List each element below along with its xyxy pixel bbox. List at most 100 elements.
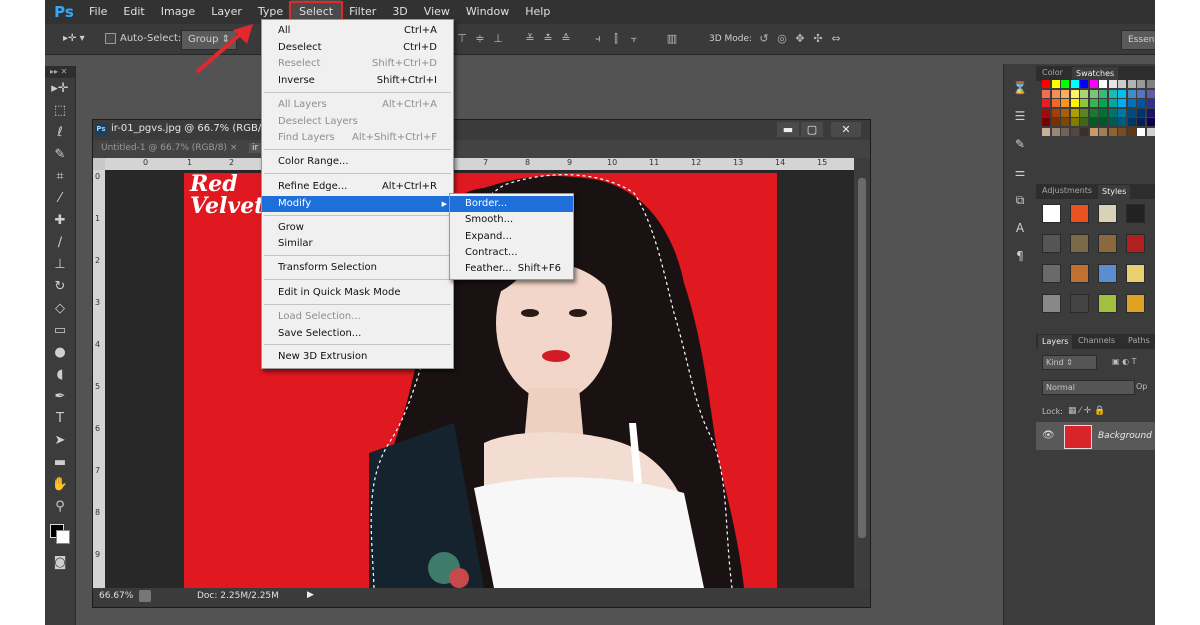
menu-window[interactable]: Window bbox=[458, 0, 517, 24]
color-swatch[interactable] bbox=[1137, 89, 1145, 98]
color-swatch[interactable] bbox=[1089, 108, 1098, 117]
layer-row-background[interactable]: 👁 Background bbox=[1036, 422, 1155, 450]
color-swatch[interactable] bbox=[1051, 108, 1060, 117]
color-swatch[interactable] bbox=[1146, 80, 1155, 88]
layer-filter-icons[interactable]: ▣ ◐ T bbox=[1112, 357, 1137, 366]
color-swatch[interactable] bbox=[1099, 89, 1107, 98]
color-swatch[interactable] bbox=[1108, 99, 1117, 107]
style-preset[interactable] bbox=[1098, 204, 1117, 223]
color-swatch[interactable] bbox=[1070, 127, 1079, 136]
style-preset[interactable] bbox=[1126, 234, 1145, 253]
distribute-hcenter-icon[interactable]: ⫿ bbox=[609, 32, 623, 45]
color-swatch[interactable] bbox=[1127, 99, 1136, 107]
tab-swatches[interactable]: Swatches bbox=[1072, 67, 1119, 81]
color-swatch[interactable] bbox=[1137, 127, 1145, 136]
color-swatches[interactable] bbox=[45, 518, 75, 552]
eraser-tool-icon[interactable]: ◇ bbox=[45, 298, 75, 320]
tab-layers[interactable]: Layers bbox=[1038, 335, 1073, 349]
tab-paths[interactable]: Paths bbox=[1128, 336, 1150, 345]
move-tool-icon[interactable]: ▸✛ bbox=[45, 78, 75, 100]
move-tool-preset-icon[interactable]: ▸✛ ▾ bbox=[63, 30, 85, 48]
color-swatch[interactable] bbox=[1080, 108, 1088, 117]
color-swatch[interactable] bbox=[1137, 99, 1145, 107]
tab-color[interactable]: Color bbox=[1042, 68, 1063, 77]
color-swatch[interactable] bbox=[1108, 108, 1117, 117]
color-swatch[interactable] bbox=[1051, 89, 1060, 98]
menu-item-quick-mask[interactable]: Edit in Quick Mask Mode bbox=[262, 285, 453, 301]
style-preset[interactable] bbox=[1126, 204, 1145, 223]
tab-ir[interactable]: ir bbox=[249, 143, 262, 153]
style-preset[interactable] bbox=[1070, 294, 1089, 313]
submenu-item-smooth[interactable]: Smooth... bbox=[450, 212, 573, 228]
color-swatch[interactable] bbox=[1099, 80, 1107, 88]
distribute-left-icon[interactable]: ⫞ bbox=[591, 32, 605, 45]
hand-tool-icon[interactable]: ✋ bbox=[45, 474, 75, 496]
color-swatch[interactable] bbox=[1127, 80, 1136, 88]
menu-item-new-3d-extrusion[interactable]: New 3D Extrusion bbox=[262, 349, 453, 365]
3d-scale-icon[interactable]: ⇔ bbox=[829, 32, 843, 45]
eyedropper-tool-icon[interactable]: ⁄ bbox=[45, 188, 75, 210]
color-swatch[interactable] bbox=[1146, 89, 1155, 98]
style-preset[interactable] bbox=[1070, 264, 1089, 283]
color-swatch[interactable] bbox=[1118, 108, 1126, 117]
history-panel-icon[interactable]: ⌛ bbox=[1004, 74, 1036, 102]
quick-mask-icon[interactable]: ◙ bbox=[45, 552, 75, 574]
tab-adjustments[interactable]: Adjustments bbox=[1042, 186, 1092, 195]
menu-item-transform-selection[interactable]: Transform Selection bbox=[262, 260, 453, 276]
3d-rotate-icon[interactable]: ↺ bbox=[757, 32, 771, 45]
color-swatch[interactable] bbox=[1127, 108, 1136, 117]
color-swatch[interactable] bbox=[1089, 80, 1098, 88]
color-swatch[interactable] bbox=[1051, 118, 1060, 126]
submenu-item-expand[interactable]: Expand... bbox=[450, 229, 573, 245]
color-swatch[interactable] bbox=[1042, 80, 1050, 88]
style-preset[interactable] bbox=[1070, 204, 1089, 223]
color-swatch[interactable] bbox=[1099, 127, 1107, 136]
tab-untitled-1[interactable]: Untitled-1 @ 66.7% (RGB/8) × bbox=[101, 143, 237, 153]
color-swatch[interactable] bbox=[1080, 99, 1088, 107]
rectangle-tool-icon[interactable]: ▬ bbox=[45, 452, 75, 474]
tab-styles[interactable]: Styles bbox=[1098, 185, 1131, 199]
dodge-tool-icon[interactable]: ◖ bbox=[45, 364, 75, 386]
color-swatch[interactable] bbox=[1051, 127, 1060, 136]
zoom-level[interactable]: 66.67% bbox=[99, 591, 133, 601]
brush-tool-icon[interactable]: ∕ bbox=[45, 232, 75, 254]
color-swatch[interactable] bbox=[1089, 89, 1098, 98]
auto-align-icon[interactable]: ▥ bbox=[665, 32, 679, 45]
clone-source-icon[interactable]: ⧉ bbox=[1004, 186, 1036, 214]
color-swatch[interactable] bbox=[1137, 108, 1145, 117]
crop-tool-icon[interactable]: ⌗ bbox=[45, 166, 75, 188]
color-swatch[interactable] bbox=[1070, 118, 1079, 126]
style-preset[interactable] bbox=[1098, 264, 1117, 283]
color-swatch[interactable] bbox=[1108, 89, 1117, 98]
color-swatch[interactable] bbox=[1137, 80, 1145, 88]
color-swatch[interactable] bbox=[1042, 99, 1050, 107]
menu-edit[interactable]: Edit bbox=[115, 0, 152, 24]
color-swatch[interactable] bbox=[1061, 118, 1069, 126]
minimize-button[interactable]: ▬ bbox=[777, 122, 799, 137]
menu-item-similar[interactable]: Similar bbox=[262, 236, 453, 252]
tab-close-icon[interactable]: × bbox=[230, 143, 238, 153]
brush-presets-icon[interactable]: ⚌ bbox=[1004, 158, 1036, 186]
blend-mode-select[interactable]: Normal bbox=[1042, 380, 1135, 395]
auto-select-checkbox[interactable]: Auto-Select: bbox=[105, 30, 181, 48]
color-swatch[interactable] bbox=[1070, 99, 1079, 107]
style-preset[interactable] bbox=[1070, 234, 1089, 253]
zoom-tool-icon[interactable]: ⚲ bbox=[45, 496, 75, 518]
color-swatch[interactable] bbox=[1137, 118, 1145, 126]
status-menu-arrow-icon[interactable]: ▶ bbox=[307, 590, 314, 600]
distribute-top-icon[interactable]: ≚ bbox=[523, 32, 537, 45]
menu-item-all[interactable]: All Ctrl+A bbox=[262, 23, 453, 39]
color-swatch[interactable] bbox=[1051, 80, 1060, 88]
submenu-item-feather[interactable]: Feather... Shift+F6 bbox=[450, 261, 573, 277]
style-preset[interactable] bbox=[1098, 234, 1117, 253]
color-swatch[interactable] bbox=[1042, 89, 1050, 98]
quick-select-tool-icon[interactable]: ✎ bbox=[45, 144, 75, 166]
color-swatch[interactable] bbox=[1089, 99, 1098, 107]
align-top-icon[interactable]: ⊤ bbox=[455, 32, 469, 45]
color-swatch[interactable] bbox=[1070, 108, 1079, 117]
color-swatch[interactable] bbox=[1099, 118, 1107, 126]
gradient-tool-icon[interactable]: ▭ bbox=[45, 320, 75, 342]
3d-roll-icon[interactable]: ◎ bbox=[775, 32, 789, 45]
character-panel-icon[interactable]: A bbox=[1004, 214, 1036, 242]
color-swatch[interactable] bbox=[1108, 80, 1117, 88]
